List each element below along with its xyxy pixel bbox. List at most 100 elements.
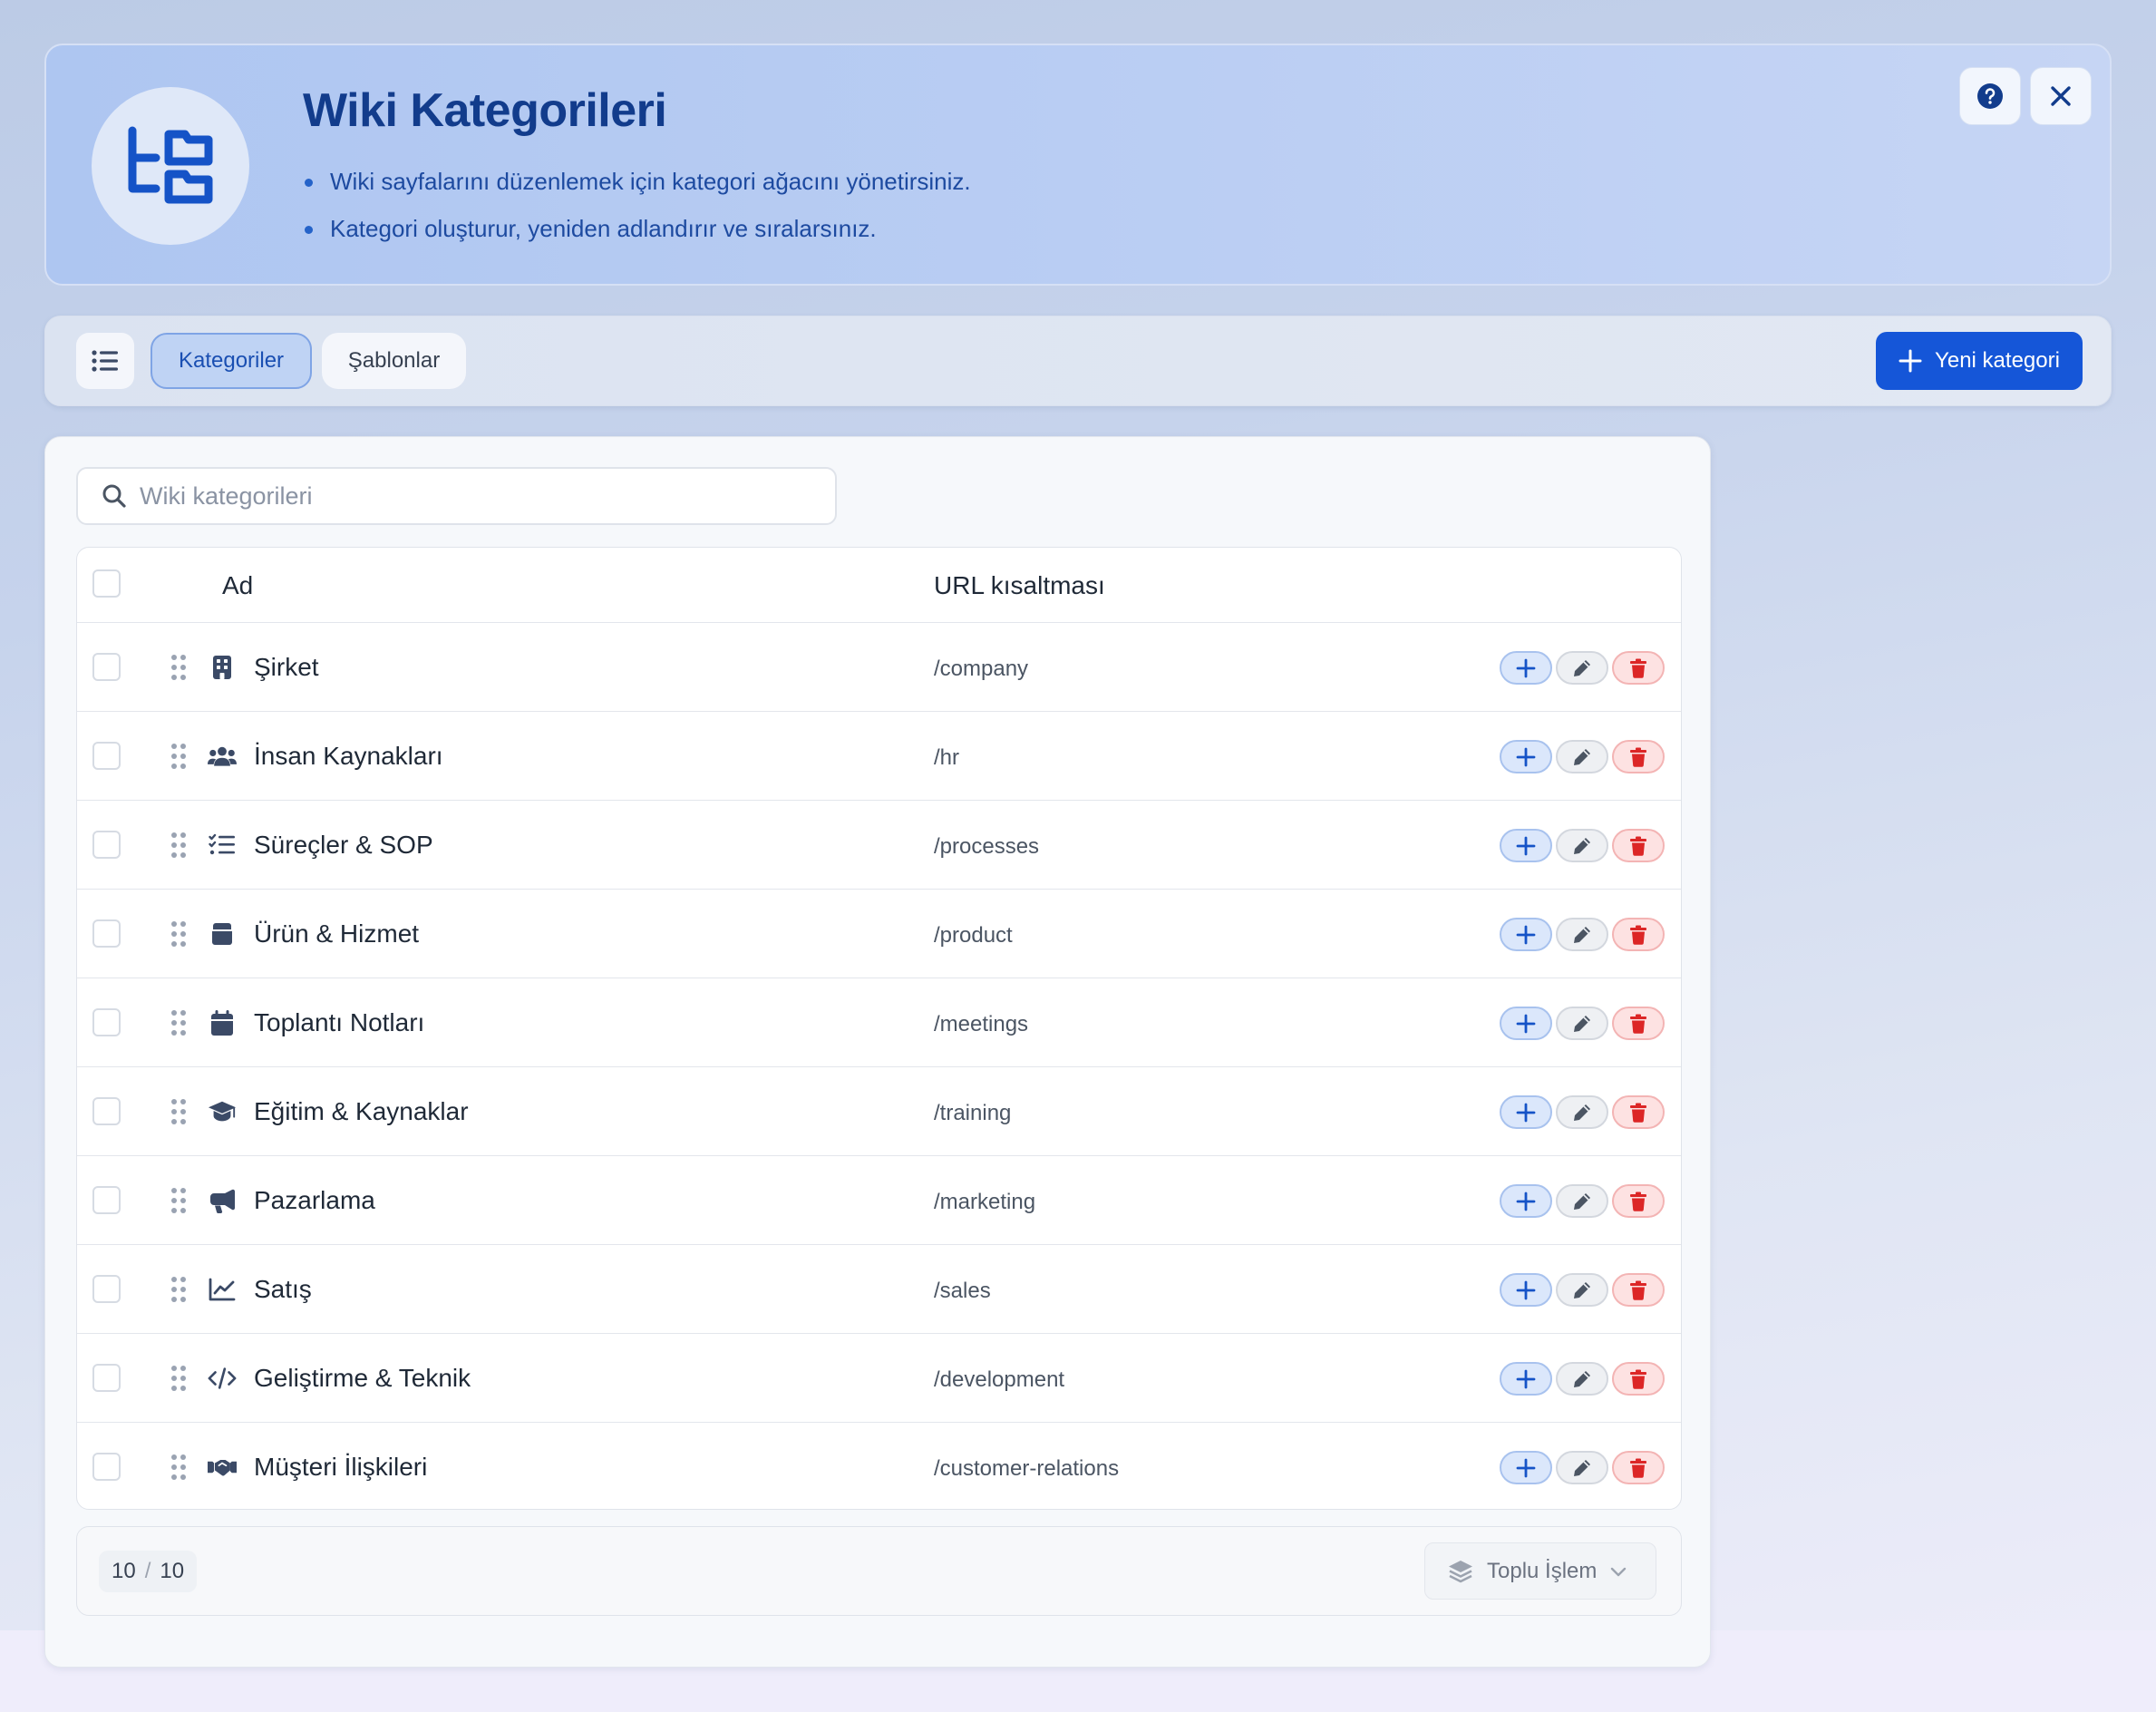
- row-checkbox[interactable]: [92, 653, 121, 681]
- pencil-icon: [1574, 837, 1590, 854]
- add-subcategory-button[interactable]: [1500, 829, 1552, 862]
- graduation-cap-icon: [208, 1097, 237, 1126]
- layers-icon: [1449, 1560, 1472, 1582]
- drag-handle-icon[interactable]: [170, 1276, 188, 1303]
- add-subcategory-button[interactable]: [1500, 1362, 1552, 1396]
- category-url: /customer-relations: [934, 1456, 1120, 1481]
- new-category-button[interactable]: Yeni kategori: [1876, 332, 2083, 390]
- plus-icon: [1516, 658, 1536, 677]
- table-row[interactable]: Satış/sales: [77, 1245, 1681, 1334]
- pencil-icon: [1574, 748, 1590, 765]
- plus-icon: [1516, 1103, 1536, 1122]
- delete-button[interactable]: [1612, 918, 1665, 951]
- box-icon: [208, 919, 237, 948]
- search-box[interactable]: [76, 467, 837, 525]
- delete-button[interactable]: [1612, 1184, 1665, 1218]
- add-subcategory-button[interactable]: [1500, 918, 1552, 951]
- row-checkbox[interactable]: [92, 919, 121, 948]
- delete-button[interactable]: [1612, 651, 1665, 685]
- tab-sablonlar[interactable]: Şablonlar: [322, 333, 466, 389]
- drag-handle-icon[interactable]: [170, 1365, 188, 1392]
- category-name: Müşteri İlişkileri: [254, 1453, 428, 1481]
- edit-button[interactable]: [1556, 1007, 1608, 1040]
- pencil-icon: [1574, 1459, 1590, 1476]
- column-header-name: Ad: [222, 571, 254, 599]
- table-row[interactable]: Geliştirme & Teknik/development: [77, 1334, 1681, 1423]
- shown-count: 10: [112, 1559, 136, 1583]
- trash-icon: [1630, 1014, 1646, 1034]
- drag-handle-icon[interactable]: [170, 1187, 188, 1214]
- row-checkbox[interactable]: [92, 1008, 121, 1036]
- row-checkbox[interactable]: [92, 1186, 121, 1214]
- delete-button[interactable]: [1612, 1451, 1665, 1484]
- table-row[interactable]: İnsan Kaynakları/hr: [77, 712, 1681, 801]
- row-checkbox[interactable]: [92, 1453, 121, 1481]
- edit-button[interactable]: [1556, 740, 1608, 773]
- close-button[interactable]: [2030, 67, 2092, 125]
- drag-handle-icon[interactable]: [170, 1098, 188, 1125]
- tab-kategoriler[interactable]: Kategoriler: [151, 333, 312, 389]
- add-subcategory-button[interactable]: [1500, 1451, 1552, 1484]
- plus-icon: [1516, 836, 1536, 855]
- header-description: Wiki sayfalarını düzenlemek için kategor…: [303, 158, 971, 252]
- row-checkbox[interactable]: [92, 1364, 121, 1392]
- table-row[interactable]: Eğitim & Kaynaklar/training: [77, 1067, 1681, 1156]
- add-subcategory-button[interactable]: [1500, 1007, 1552, 1040]
- list-icon: [92, 350, 118, 372]
- row-checkbox[interactable]: [92, 1097, 121, 1125]
- category-url: /training: [934, 1101, 1012, 1125]
- category-url: /processes: [934, 834, 1040, 859]
- edit-button[interactable]: [1556, 829, 1608, 862]
- edit-button[interactable]: [1556, 918, 1608, 951]
- drag-handle-icon[interactable]: [170, 832, 188, 859]
- row-checkbox[interactable]: [92, 831, 121, 859]
- category-name: Pazarlama: [254, 1186, 375, 1214]
- plus-icon: [1516, 1192, 1536, 1211]
- search-input[interactable]: [140, 482, 774, 511]
- table-row[interactable]: Ürün & Hizmet/product: [77, 890, 1681, 978]
- pencil-icon: [1574, 659, 1590, 676]
- delete-button[interactable]: [1612, 1095, 1665, 1129]
- delete-button[interactable]: [1612, 1362, 1665, 1396]
- add-subcategory-button[interactable]: [1500, 740, 1552, 773]
- edit-button[interactable]: [1556, 1362, 1608, 1396]
- column-header-url: URL kısaltması: [934, 571, 1105, 599]
- delete-button[interactable]: [1612, 829, 1665, 862]
- delete-button[interactable]: [1612, 1007, 1665, 1040]
- drag-handle-icon[interactable]: [170, 1454, 188, 1481]
- select-all-checkbox[interactable]: [92, 569, 121, 598]
- add-subcategory-button[interactable]: [1500, 1095, 1552, 1129]
- table-row[interactable]: Pazarlama/marketing: [77, 1156, 1681, 1245]
- drag-handle-icon[interactable]: [170, 654, 188, 681]
- help-button[interactable]: [1959, 67, 2021, 125]
- row-checkbox[interactable]: [92, 1275, 121, 1303]
- drag-handle-icon[interactable]: [170, 920, 188, 948]
- categories-panel: Ad URL kısaltması Şirket/companyİnsan Ka…: [44, 436, 1711, 1668]
- table-row[interactable]: Müşteri İlişkileri/customer-relations: [77, 1423, 1681, 1509]
- table-row[interactable]: Şirket/company: [77, 623, 1681, 712]
- category-url: /sales: [934, 1279, 991, 1303]
- bulk-action-dropdown[interactable]: Toplu İşlem: [1424, 1542, 1656, 1600]
- add-subcategory-button[interactable]: [1500, 651, 1552, 685]
- checklist-icon: [208, 831, 237, 860]
- delete-button[interactable]: [1612, 740, 1665, 773]
- list-view-button[interactable]: [76, 333, 134, 389]
- drag-handle-icon[interactable]: [170, 1009, 188, 1036]
- pencil-icon: [1574, 1015, 1590, 1032]
- edit-button[interactable]: [1556, 1451, 1608, 1484]
- add-subcategory-button[interactable]: [1500, 1273, 1552, 1307]
- edit-button[interactable]: [1556, 1184, 1608, 1218]
- trash-icon: [1630, 747, 1646, 767]
- category-name: Eğitim & Kaynaklar: [254, 1097, 469, 1125]
- table-row[interactable]: Toplantı Notları/meetings: [77, 978, 1681, 1067]
- table-row[interactable]: Süreçler & SOP/processes: [77, 801, 1681, 890]
- add-subcategory-button[interactable]: [1500, 1184, 1552, 1218]
- drag-handle-icon[interactable]: [170, 743, 188, 770]
- table-footer: 10 / 10 Toplu İşlem: [76, 1526, 1682, 1616]
- delete-button[interactable]: [1612, 1273, 1665, 1307]
- header-card: Wiki Kategorileri Wiki sayfalarını düzen…: [44, 44, 2112, 286]
- row-checkbox[interactable]: [92, 742, 121, 770]
- edit-button[interactable]: [1556, 1095, 1608, 1129]
- edit-button[interactable]: [1556, 651, 1608, 685]
- edit-button[interactable]: [1556, 1273, 1608, 1307]
